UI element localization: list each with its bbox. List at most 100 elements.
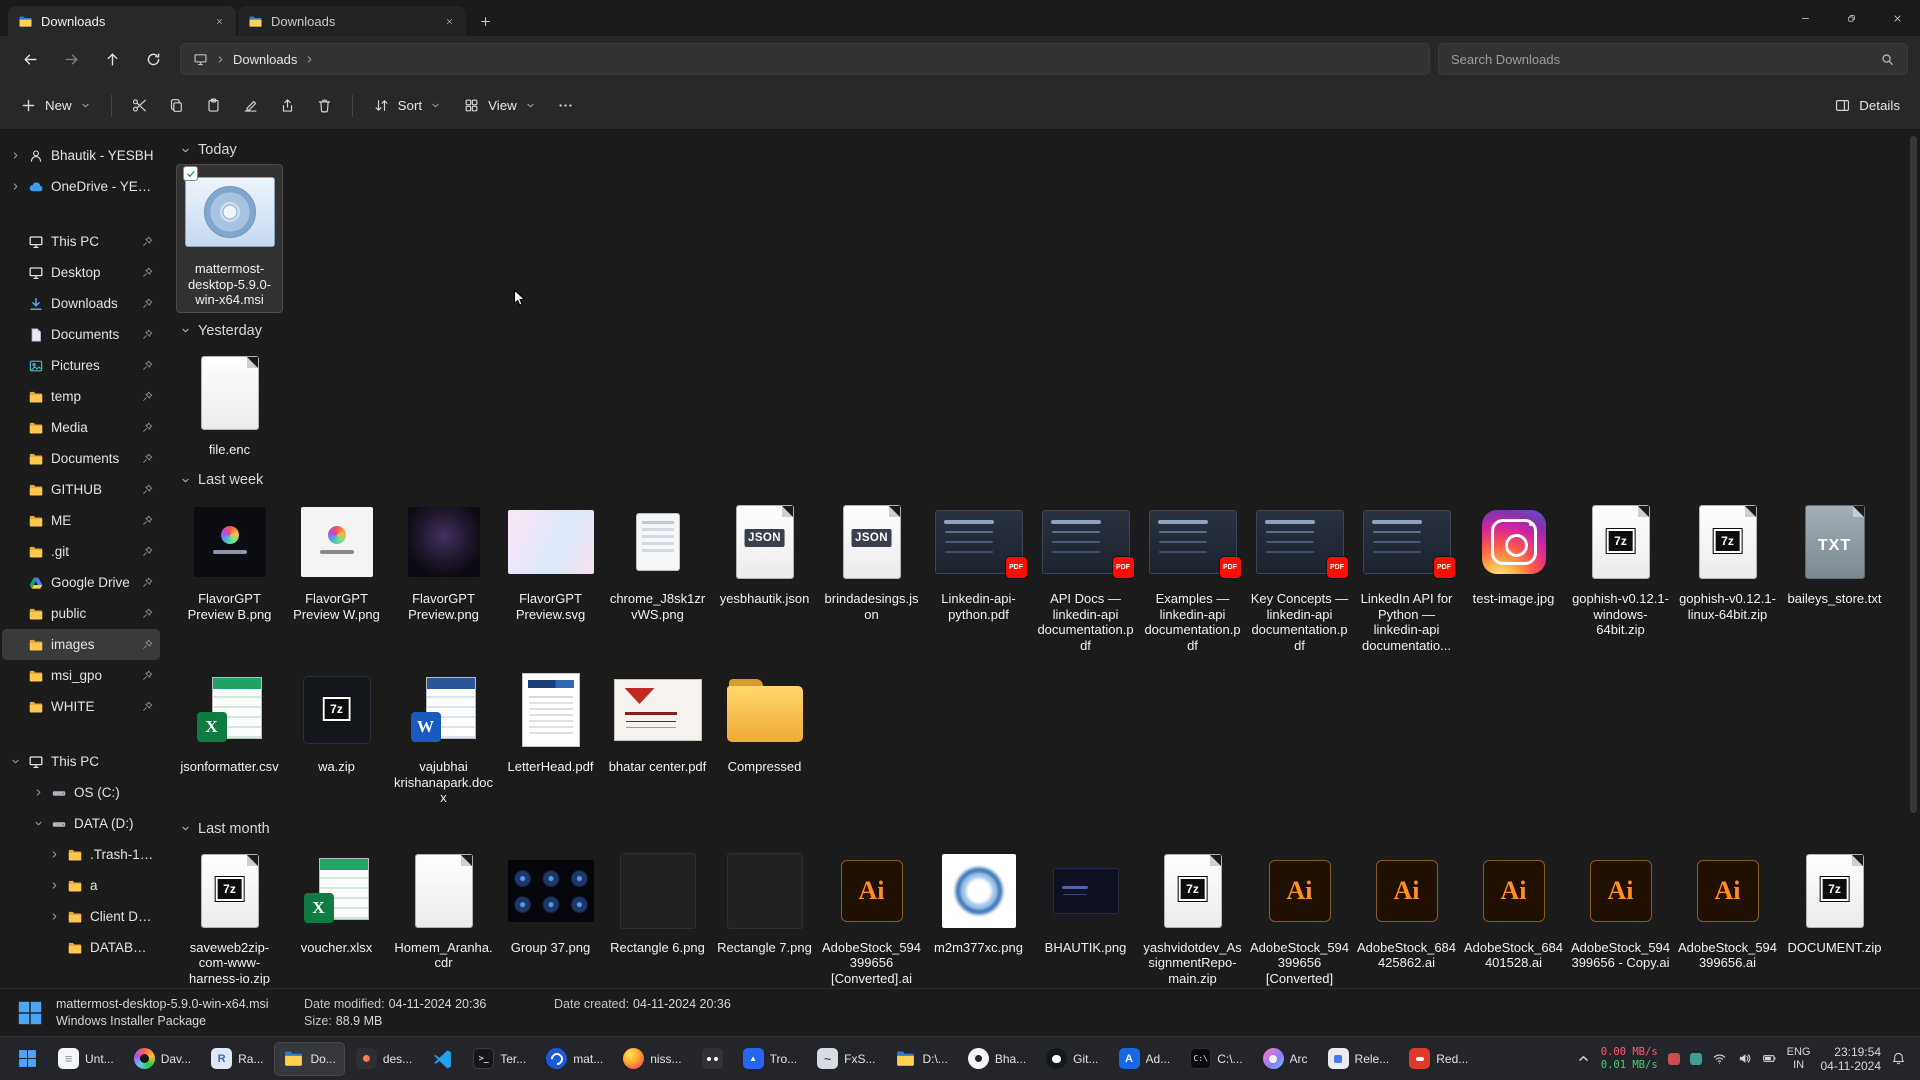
taskbar-app-unt[interactable]: Unt...	[49, 1042, 123, 1076]
taskbar-app-ter[interactable]: Ter...	[464, 1042, 535, 1076]
sidebar-item-bhautik-yesbh[interactable]: Bhautik - YESBH	[2, 140, 160, 171]
refresh-button[interactable]	[135, 43, 172, 76]
chevron-right-icon[interactable]	[10, 150, 21, 161]
file-tile[interactable]: PDFAPI Docs — linkedin-api documentation…	[1032, 494, 1139, 658]
taskbar-app-git[interactable]: Git...	[1037, 1042, 1107, 1076]
sidebar-item-onedrive-yese[interactable]: OneDrive - YESE	[2, 171, 160, 202]
taskbar-app-mat[interactable]: mat...	[537, 1042, 612, 1076]
details-button[interactable]: Details	[1824, 89, 1910, 123]
sidebar-item-documents[interactable]: Documents	[2, 319, 160, 350]
copy-button[interactable]	[159, 89, 194, 123]
breadcrumb-downloads[interactable]: Downloads	[233, 52, 297, 67]
group-header[interactable]: Yesterday	[176, 317, 1902, 345]
file-tile[interactable]: PDFLinkedIn API for Python — linkedin-ap…	[1353, 494, 1460, 658]
file-tile[interactable]: PDFExamples — linkedin-api documentation…	[1139, 494, 1246, 658]
sidebar-item-git[interactable]: .git	[2, 536, 160, 567]
group-header[interactable]: Last month	[176, 815, 1902, 843]
taskbar-app-dav[interactable]: Dav...	[125, 1042, 200, 1076]
taskbar-app-vscode[interactable]	[423, 1042, 462, 1076]
taskbar-app-d[interactable]: D:\...	[886, 1042, 956, 1076]
group-header[interactable]: Last week	[176, 466, 1902, 494]
tray-app-icon[interactable]	[1690, 1053, 1702, 1065]
rename-button[interactable]	[233, 89, 268, 123]
sidebar-item-me[interactable]: ME	[2, 505, 160, 536]
file-tile[interactable]: Homem_Aranha.cdr	[390, 843, 497, 976]
file-tile[interactable]: AiAdobeStock_594399656.ai	[1674, 843, 1781, 976]
file-tile[interactable]: AiAdobeStock_594399656 [Converted].ai	[818, 843, 925, 989]
sidebar-item-this-pc[interactable]: This PC	[2, 746, 160, 777]
file-tile[interactable]: Rectangle 6.png	[604, 843, 711, 961]
file-tile[interactable]: AiAdobeStock_594399656 [Converted] copy.…	[1246, 843, 1353, 989]
file-tile[interactable]: AiAdobeStock_684401528.ai	[1460, 843, 1567, 976]
sidebar-item-temp[interactable]: temp	[2, 381, 160, 412]
explorer-tab[interactable]: Downloads	[8, 6, 236, 36]
battery-icon[interactable]	[1762, 1051, 1777, 1066]
file-tile[interactable]: BHAUTIK.png	[1032, 843, 1139, 961]
file-tile[interactable]: PDFKey Concepts — linkedin-api documenta…	[1246, 494, 1353, 658]
up-button[interactable]	[94, 43, 131, 76]
sidebar-item-data-d[interactable]: DATA (D:)	[2, 808, 160, 839]
chevron-right-icon[interactable]	[49, 849, 60, 860]
sidebar-item-google-drive[interactable]: Google Drive	[2, 567, 160, 598]
file-tile[interactable]: PDFLinkedin-api-python.pdf	[925, 494, 1032, 627]
chevron-right-icon[interactable]	[10, 181, 21, 192]
taskbar-app-arc[interactable]: Arc	[1254, 1042, 1317, 1076]
share-button[interactable]	[270, 89, 305, 123]
chevron-right-icon[interactable]	[33, 787, 44, 798]
selection-checkbox[interactable]	[183, 166, 198, 181]
back-button[interactable]	[12, 43, 49, 76]
file-tile[interactable]: test-image.jpg	[1460, 494, 1567, 612]
taskbar-app-c[interactable]: C:\...	[1181, 1042, 1251, 1076]
taskbar-app-fxs[interactable]: FxS...	[808, 1042, 884, 1076]
file-tile[interactable]: AiAdobeStock_684425862.ai	[1353, 843, 1460, 976]
chevron-right-icon[interactable]	[49, 911, 60, 922]
cut-button[interactable]	[122, 89, 157, 123]
taskbar-app-niss[interactable]: niss...	[614, 1042, 690, 1076]
taskbar-app-rele[interactable]: Rele...	[1319, 1042, 1399, 1076]
file-tile[interactable]: m2m377xc.png	[925, 843, 1032, 961]
sidebar-item-public[interactable]: public	[2, 598, 160, 629]
tab-close-icon[interactable]	[441, 13, 458, 30]
group-header[interactable]: Today	[176, 136, 1902, 164]
minimize-button[interactable]	[1782, 0, 1828, 36]
file-tile[interactable]: FlavorGPT Preview.svg	[497, 494, 604, 627]
sidebar-item-github[interactable]: GITHUB	[2, 474, 160, 505]
file-tile[interactable]: 7zgophish-v0.12.1-windows-64bit.zip	[1567, 494, 1674, 643]
file-tile[interactable]: Rectangle 7.png	[711, 843, 818, 961]
file-tile[interactable]: Xjsonformatter.csv	[176, 662, 283, 780]
sidebar-item-a[interactable]: a	[2, 870, 160, 901]
address-bar[interactable]: Downloads	[180, 43, 1430, 75]
sidebar-item-images[interactable]: images	[2, 629, 160, 660]
file-tile[interactable]: TXTbaileys_store.txt	[1781, 494, 1888, 612]
sidebar-item-os-c[interactable]: OS (C:)	[2, 777, 160, 808]
file-tile[interactable]: 7zgophish-v0.12.1-linux-64bit.zip	[1674, 494, 1781, 627]
chevron-down-icon[interactable]	[33, 818, 44, 829]
file-tile[interactable]: Compressed	[711, 662, 818, 780]
forward-button[interactable]	[53, 43, 90, 76]
hidden-icons-chevron-icon[interactable]	[1576, 1051, 1591, 1066]
wifi-icon[interactable]	[1712, 1051, 1727, 1066]
notification-bell-icon[interactable]	[1891, 1051, 1906, 1066]
file-tile[interactable]: Group 37.png	[497, 843, 604, 961]
delete-button[interactable]	[307, 89, 342, 123]
sidebar-item-desktop[interactable]: Desktop	[2, 257, 160, 288]
sidebar-item-white[interactable]: WHITE	[2, 691, 160, 722]
start-button[interactable]	[8, 1042, 47, 1076]
new-tab-button[interactable]	[470, 7, 500, 35]
file-tile[interactable]: FlavorGPT Preview B.png	[176, 494, 283, 627]
taskbar-app-ad[interactable]: Ad...	[1110, 1042, 1180, 1076]
sidebar-item-client-data[interactable]: Client DATA	[2, 901, 160, 932]
restore-button[interactable]	[1828, 0, 1874, 36]
close-button[interactable]	[1874, 0, 1920, 36]
taskbar-app-ra[interactable]: Ra...	[202, 1042, 272, 1076]
taskbar-app-tro[interactable]: Tro...	[734, 1042, 807, 1076]
search-input[interactable]: Search Downloads	[1438, 43, 1908, 75]
file-tile[interactable]: chrome_J8sk1zrvWS.png	[604, 494, 711, 627]
file-tile[interactable]: Wvajubhai krishanapark.docx	[390, 662, 497, 811]
language-indicator[interactable]: ENG IN	[1787, 1046, 1811, 1072]
vertical-scrollbar[interactable]	[1910, 136, 1917, 982]
taskbar-app-red[interactable]: Red...	[1400, 1042, 1477, 1076]
network-speed-monitor[interactable]: 0.00 MB/s 0.01 MB/s	[1601, 1046, 1658, 1071]
file-tile[interactable]: AiAdobeStock_594399656 - Copy.ai	[1567, 843, 1674, 976]
chevron-down-icon[interactable]	[10, 756, 21, 767]
